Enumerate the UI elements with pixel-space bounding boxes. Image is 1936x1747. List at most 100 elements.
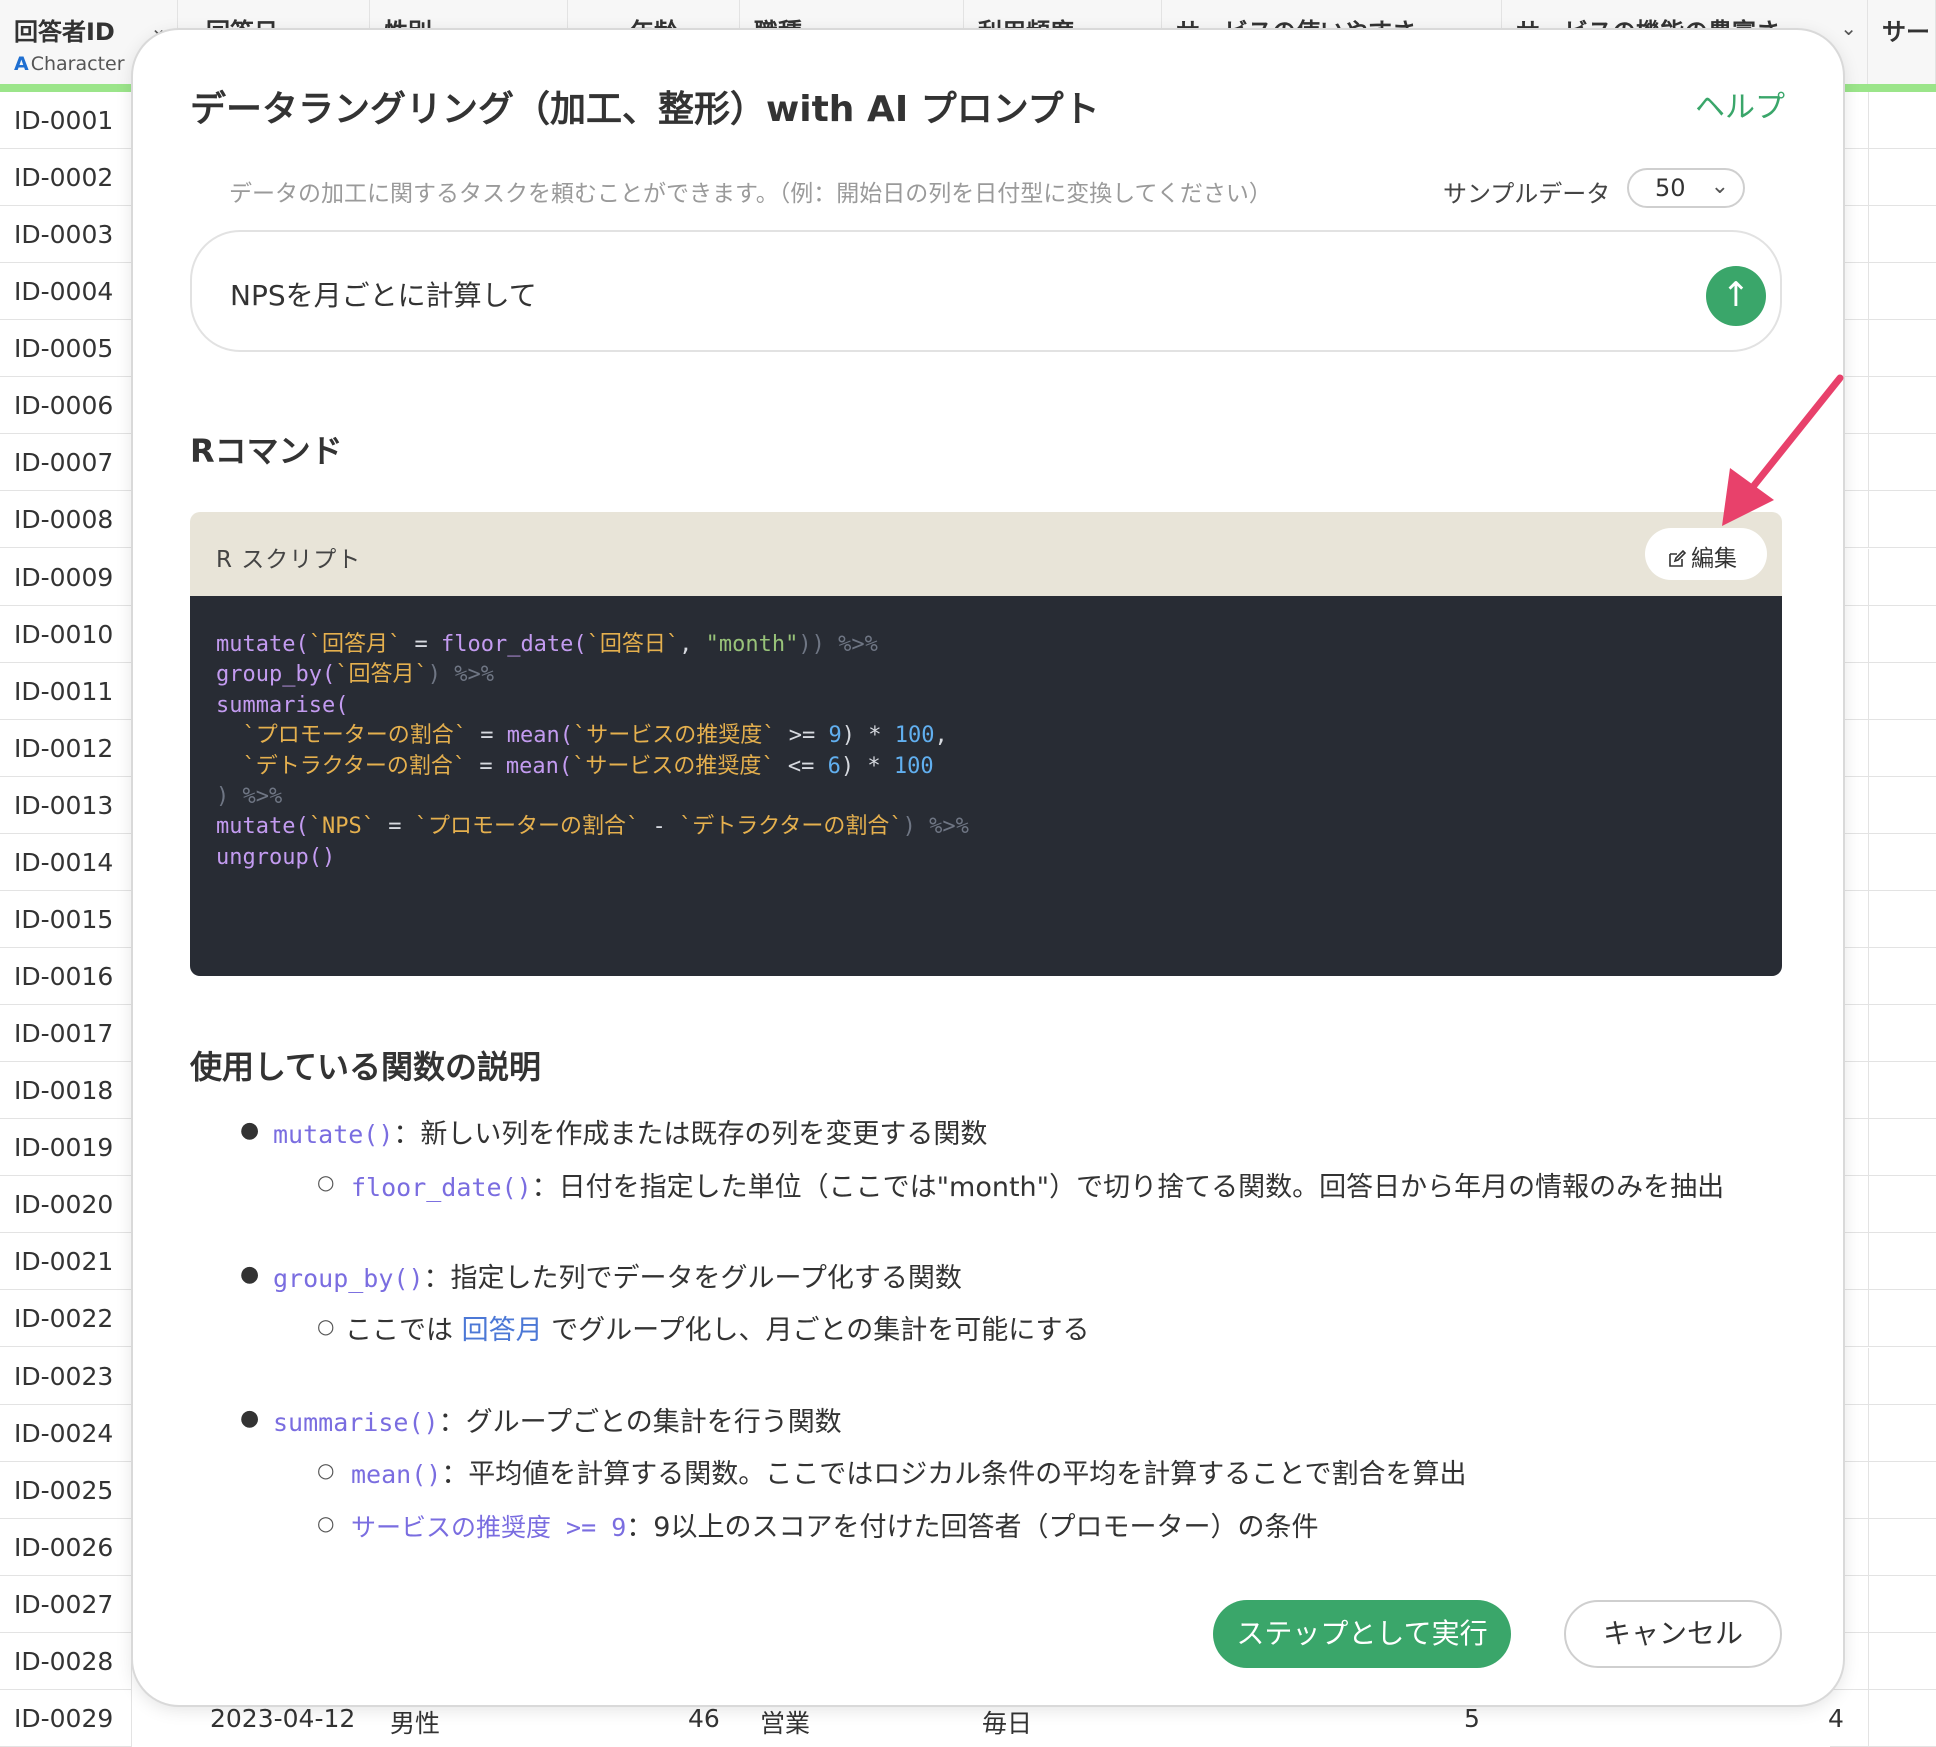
explanation-group-by-detail: ここでは 回答月 でグループ化し、月ごとの集計を可能にする <box>345 1315 1090 1346</box>
chevron-down-icon[interactable]: ⌄ <box>1840 16 1857 40</box>
function-name: summarise() <box>273 1408 439 1437</box>
row-tail-cell[interactable] <box>1868 1632 1936 1690</box>
cell-age[interactable]: 46 <box>688 1704 720 1733</box>
row-id-cell[interactable]: ID-0025 <box>0 1461 132 1519</box>
row-id-cell[interactable]: ID-0006 <box>0 377 132 435</box>
prompt-input[interactable]: NPSを月ごとに計算して ↑ <box>190 230 1782 352</box>
row-id-cell[interactable]: ID-0027 <box>0 1575 132 1633</box>
row-tail-cell[interactable] <box>1868 491 1936 549</box>
row-tail-cell[interactable] <box>1868 1347 1936 1405</box>
explanation-group-by: group_by()：指定した列でデータをグループ化する関数 <box>273 1263 962 1294</box>
condition-expression: サービスの推奨度 >= 9 <box>351 1513 627 1542</box>
row-tail-cell[interactable] <box>1868 1176 1936 1234</box>
row-id-cell[interactable]: ID-0018 <box>0 1062 132 1120</box>
bullet-icon: ● <box>240 1118 260 1143</box>
row-id-cell[interactable]: ID-0003 <box>0 206 132 264</box>
code-line: ) %>% <box>216 784 283 810</box>
edit-button-label: 編集 <box>1691 546 1737 572</box>
row-id-cell[interactable]: ID-0024 <box>0 1404 132 1462</box>
row-tail-cell[interactable] <box>1868 776 1936 834</box>
bullet-icon: ● <box>240 1262 260 1287</box>
code-header: R スクリプト 編集 <box>190 512 1782 596</box>
function-name: floor_date() <box>351 1173 532 1202</box>
cell-job[interactable]: 営業 <box>760 1704 810 1740</box>
row-id-cell[interactable]: ID-0020 <box>0 1176 132 1234</box>
row-tail-cell[interactable] <box>1868 1404 1936 1462</box>
row-id-cell[interactable]: ID-0014 <box>0 833 132 891</box>
column-header-partial[interactable]: サー <box>1868 0 1936 84</box>
row-tail-cell[interactable] <box>1868 1290 1936 1348</box>
row-tail-cell[interactable] <box>1868 890 1936 948</box>
row-tail-cell[interactable] <box>1868 92 1936 149</box>
row-tail-cell[interactable] <box>1868 1575 1936 1633</box>
code-label: R スクリプト <box>216 547 362 573</box>
cell-gender[interactable]: 男性 <box>390 1704 440 1740</box>
explanation-mutate: mutate()：新しい列を作成または既存の列を変更する関数 <box>273 1119 988 1150</box>
help-link[interactable]: ヘルプ <box>1695 82 1785 126</box>
row-id-cell[interactable]: ID-0002 <box>0 149 132 207</box>
row-tail-cell[interactable] <box>1868 1233 1936 1291</box>
row-id-cell[interactable]: ID-0022 <box>0 1290 132 1348</box>
send-button[interactable]: ↑ <box>1706 266 1766 326</box>
row-id-cell[interactable]: ID-0012 <box>0 719 132 777</box>
row-id-cell[interactable]: ID-0021 <box>0 1233 132 1291</box>
row-id-cell[interactable]: ID-0008 <box>0 491 132 549</box>
row-tail-cell[interactable] <box>1868 719 1936 777</box>
sub-bullet-icon: ○ <box>317 1511 335 1535</box>
arrow-up-icon: ↑ <box>1721 275 1751 315</box>
row-tail-cell[interactable] <box>1868 1119 1936 1177</box>
row-tail-cell[interactable] <box>1868 1062 1936 1120</box>
row-id-cell[interactable]: ID-0028 <box>0 1632 132 1690</box>
row-id-cell[interactable]: ID-0013 <box>0 776 132 834</box>
row-tail-cell[interactable] <box>1868 320 1936 378</box>
row-id-cell[interactable]: ID-0009 <box>0 548 132 606</box>
row-tail-cell[interactable] <box>1868 434 1936 492</box>
column-label: 回答者ID <box>14 18 115 46</box>
row-id-cell[interactable]: ID-0007 <box>0 434 132 492</box>
cancel-button[interactable]: キャンセル <box>1564 1600 1782 1668</box>
row-tail-cell[interactable] <box>1868 1461 1936 1519</box>
row-tail-cell[interactable] <box>1868 263 1936 321</box>
cell-features[interactable]: 4 <box>1828 1704 1844 1733</box>
prompt-input-text[interactable]: NPSを月ごとに計算して <box>230 274 537 314</box>
row-id-cell[interactable]: ID-0026 <box>0 1518 132 1576</box>
row-id-cell[interactable]: ID-0029 <box>0 1689 132 1747</box>
row-id-cell[interactable]: ID-0010 <box>0 605 132 663</box>
row-id-cell[interactable]: ID-0023 <box>0 1347 132 1405</box>
function-name: mutate() <box>273 1120 394 1149</box>
row-tail-cell[interactable] <box>1868 548 1936 606</box>
row-id-cell[interactable]: ID-0016 <box>0 948 132 1006</box>
ai-prompt-dialog: データラングリング（加工、整形）with AI プロンプト ヘルプ データの加工… <box>133 30 1843 1705</box>
run-as-step-button[interactable]: ステップとして実行 <box>1213 1600 1511 1668</box>
row-tail-cell[interactable] <box>1868 1518 1936 1576</box>
bullet-icon: ● <box>240 1406 260 1431</box>
row-tail-cell[interactable] <box>1868 948 1936 1006</box>
annotation-arrow-icon <box>1722 374 1844 526</box>
row-tail-cell[interactable] <box>1868 1689 1936 1747</box>
row-tail-cell[interactable] <box>1868 206 1936 264</box>
r-script-code: mutate(`回答月` = floor_date(`回答日`, "month"… <box>216 630 969 873</box>
prompt-hint: データの加工に関するタスクを頼むことができます。（例：開始日の列を日付型に変換し… <box>229 181 1272 207</box>
row-tail-cell[interactable] <box>1868 1005 1936 1063</box>
row-tail-cell[interactable] <box>1868 662 1936 720</box>
cell-frequency[interactable]: 毎日 <box>982 1704 1032 1740</box>
row-tail-cell[interactable] <box>1868 377 1936 435</box>
code-line: mutate(`回答月` = floor_date(`回答日`, "month"… <box>216 632 878 657</box>
cell-date[interactable]: 2023-04-12 <box>210 1704 355 1733</box>
sample-size-value: 50 <box>1655 174 1686 202</box>
row-tail-cell[interactable] <box>1868 833 1936 891</box>
r-script-code-block[interactable]: mutate(`回答月` = floor_date(`回答日`, "month"… <box>190 596 1782 976</box>
code-line: `プロモーターの割合` = mean(`サービスの推奨度` >= 9) * 10… <box>242 723 948 749</box>
row-id-cell[interactable]: ID-0005 <box>0 320 132 378</box>
cell-ease[interactable]: 5 <box>1464 1704 1480 1733</box>
code-line: summarise( <box>216 692 349 718</box>
sample-size-select[interactable]: 50 ⌄ <box>1627 168 1745 208</box>
row-id-cell[interactable]: ID-0015 <box>0 890 132 948</box>
row-id-cell[interactable]: ID-0004 <box>0 263 132 321</box>
row-id-cell[interactable]: ID-0011 <box>0 662 132 720</box>
row-id-cell[interactable]: ID-0019 <box>0 1119 132 1177</box>
row-id-cell[interactable]: ID-0017 <box>0 1005 132 1063</box>
row-id-cell[interactable]: ID-0001 <box>0 92 132 149</box>
row-tail-cell[interactable] <box>1868 149 1936 207</box>
row-tail-cell[interactable] <box>1868 605 1936 663</box>
